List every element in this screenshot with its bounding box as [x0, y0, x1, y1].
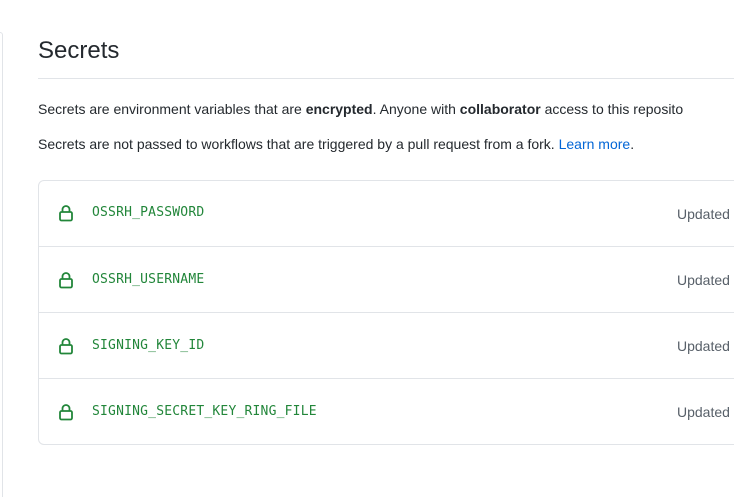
secret-row[interactable]: OSSRH_USERNAME Updated — [39, 246, 734, 312]
secrets-description: Secrets are environment variables that a… — [38, 99, 683, 119]
secret-name: OSSRH_PASSWORD — [92, 205, 205, 220]
secret-updated-text: Updated — [677, 338, 730, 354]
fork-notice-text: Secrets are not passed to workflows that… — [38, 136, 559, 152]
secret-updated-text: Updated — [677, 272, 730, 288]
secret-name: SIGNING_KEY_ID — [92, 338, 205, 353]
secret-updated-text: Updated — [677, 404, 730, 420]
description-text-1: Secrets are environment variables that a… — [38, 101, 306, 117]
description-bold-collaborator: collaborator — [459, 101, 541, 117]
secret-row[interactable]: SIGNING_KEY_ID Updated — [39, 312, 734, 378]
lock-icon — [59, 272, 73, 289]
description-text-3: access to this reposito — [540, 101, 684, 117]
secrets-section: Secrets Secrets are environment variable… — [38, 0, 734, 445]
secret-name: SIGNING_SECRET_KEY_RING_FILE — [92, 404, 317, 419]
secret-name: OSSRH_USERNAME — [92, 272, 205, 287]
secret-row[interactable]: SIGNING_SECRET_KEY_RING_FILE Updated — [39, 378, 734, 444]
description-text-2: . Anyone with — [372, 101, 460, 117]
page-title: Secrets — [38, 0, 734, 79]
secrets-list: OSSRH_PASSWORD Updated OSSRH_USERNAME Up… — [38, 180, 734, 445]
lock-icon — [59, 205, 73, 222]
secret-row[interactable]: OSSRH_PASSWORD Updated — [39, 181, 734, 246]
lock-icon — [59, 404, 73, 421]
learn-more-link[interactable]: Learn more — [559, 136, 631, 152]
left-panel-border — [0, 32, 3, 497]
description-bold-encrypted: encrypted — [305, 101, 373, 117]
fork-notice: Secrets are not passed to workflows that… — [38, 134, 634, 154]
secret-updated-text: Updated — [677, 206, 730, 222]
fork-notice-period: . — [630, 136, 635, 152]
settings-page: Secrets Secrets are environment variable… — [0, 0, 734, 497]
lock-icon — [59, 338, 73, 355]
